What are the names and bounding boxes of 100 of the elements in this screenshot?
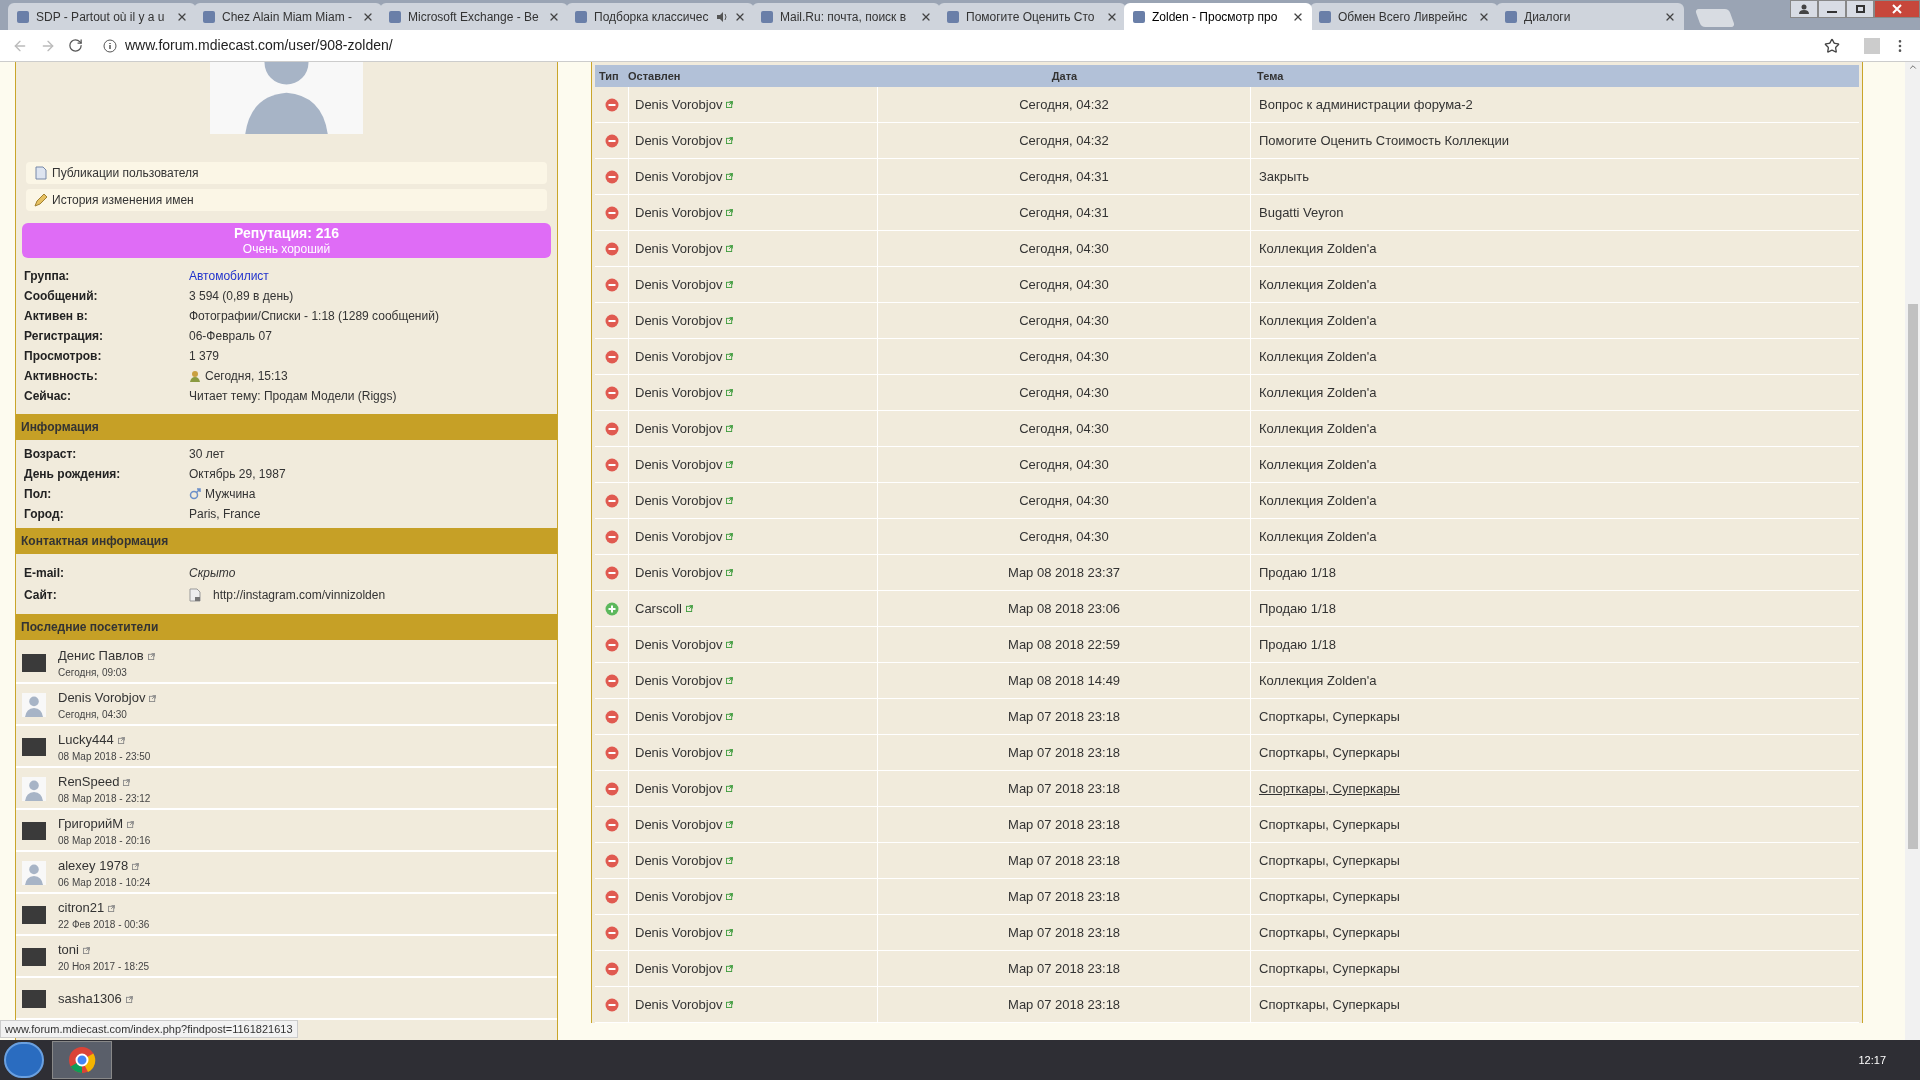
topic-link[interactable]: Спорткары, Суперкары: [1259, 852, 1400, 868]
address-field[interactable]: www.forum.mdiecast.com/user/908-zolden/: [95, 32, 1812, 59]
browser-tab[interactable]: Microsoft Exchange - Be: [380, 3, 568, 30]
author-link[interactable]: Denis Vorobjov: [635, 742, 723, 763]
maximize-button[interactable]: [1846, 0, 1874, 18]
minus-icon: [604, 277, 619, 292]
topic-link[interactable]: Коллекция Zolden'a: [1259, 348, 1377, 364]
author-link[interactable]: Denis Vorobjov: [635, 310, 723, 331]
field-value: http://instagram.com/vinnizolden: [213, 587, 386, 604]
author-link[interactable]: Denis Vorobjov: [635, 418, 723, 439]
author-link[interactable]: Denis Vorobjov: [635, 634, 723, 655]
topic-link[interactable]: Bugatti Veyron: [1259, 204, 1344, 220]
topic-link[interactable]: Коллекция Zolden'a: [1259, 276, 1377, 292]
browser-tab[interactable]: Диалоги: [1496, 3, 1684, 30]
clock[interactable]: 12:17: [1858, 1051, 1886, 1069]
topic-link[interactable]: Спорткары, Суперкары: [1259, 816, 1400, 832]
author-link[interactable]: Denis Vorobjov: [635, 850, 723, 871]
author-link[interactable]: Denis Vorobjov: [635, 526, 723, 547]
start-button[interactable]: [4, 1042, 44, 1078]
author-link[interactable]: Denis Vorobjov: [635, 994, 723, 1015]
visitor-name[interactable]: Lucky444: [58, 731, 114, 747]
visitor-name[interactable]: sasha1306: [58, 991, 122, 1007]
browser-tab[interactable]: SDP - Partout où il y a u: [8, 3, 196, 30]
topic-link[interactable]: Спорткары, Суперкары: [1259, 888, 1400, 904]
visit-date: 08 Мар 2018 - 23:50: [58, 750, 151, 765]
table-cell: Сегодня, 04:30: [878, 375, 1251, 410]
external-link-icon: [726, 497, 734, 504]
group-link[interactable]: Автомобилист: [189, 267, 269, 285]
visitor-name[interactable]: ГригорийМ: [58, 815, 124, 831]
visitor-name[interactable]: Денис Павлов: [58, 647, 144, 663]
author-link[interactable]: Denis Vorobjov: [635, 886, 723, 907]
author-link[interactable]: Denis Vorobjov: [635, 706, 723, 727]
topic-link[interactable]: Коллекция Zolden'a: [1259, 672, 1377, 688]
topic-link[interactable]: Спорткары, Суперкары: [1259, 708, 1400, 724]
topic-link[interactable]: Спорткары, Суперкары: [1259, 960, 1400, 976]
author-link[interactable]: Denis Vorobjov: [635, 382, 723, 403]
topic-link[interactable]: Спорткары, Суперкары: [1259, 744, 1400, 760]
author-link[interactable]: Denis Vorobjov: [635, 130, 723, 151]
visitor-name[interactable]: citron21: [58, 899, 105, 915]
topic-link[interactable]: Коллекция Zolden'a: [1259, 420, 1377, 436]
visitor-name[interactable]: toni: [58, 941, 79, 957]
field-label: Пол:: [24, 486, 53, 503]
author-link[interactable]: Denis Vorobjov: [635, 94, 723, 115]
browser-tab[interactable]: Подборка классичес: [566, 3, 754, 30]
table-cell: Сегодня, 04:30: [878, 303, 1251, 338]
topic-link[interactable]: Спорткары, Суперкары: [1259, 924, 1400, 940]
table-cell: Сегодня, 04:30: [878, 339, 1251, 374]
plus-icon: [604, 601, 619, 616]
author-link[interactable]: Denis Vorobjov: [635, 202, 723, 223]
star-icon[interactable]: [1824, 37, 1840, 54]
field-value: Читает тему: Продам Модели (Riggs): [189, 388, 397, 405]
minus-icon: [604, 817, 619, 832]
topic-link[interactable]: Продаю 1/18: [1259, 636, 1336, 652]
author-link[interactable]: Denis Vorobjov: [635, 562, 723, 583]
reload-icon[interactable]: [68, 38, 83, 53]
topic-link[interactable]: Коллекция Zolden'a: [1259, 312, 1377, 328]
close-button[interactable]: [1874, 0, 1920, 18]
minimize-button[interactable]: [1818, 0, 1846, 18]
topic-link[interactable]: Закрыть: [1259, 168, 1310, 184]
browser-tab[interactable]: Mail.Ru: почта, поиск в: [752, 3, 940, 30]
author-link[interactable]: Denis Vorobjov: [635, 958, 723, 979]
visitor-name[interactable]: Denis Vorobjov: [58, 689, 146, 705]
author-link[interactable]: Denis Vorobjov: [635, 238, 723, 259]
author-link[interactable]: Denis Vorobjov: [635, 922, 723, 943]
topic-link[interactable]: Коллекция Zolden'a: [1259, 240, 1377, 256]
field-value: Скрыто: [189, 565, 236, 582]
field-value: 06-Февраль 07: [189, 328, 272, 345]
author-link[interactable]: Carscoll: [635, 598, 682, 619]
author-link[interactable]: Denis Vorobjov: [635, 346, 723, 367]
topic-link[interactable]: Коллекция Zolden'a: [1259, 492, 1377, 508]
author-link[interactable]: Denis Vorobjov: [635, 814, 723, 835]
topic-link[interactable]: Спорткары, Суперкары: [1259, 780, 1400, 796]
visitor-name[interactable]: RenSpeed: [58, 773, 120, 789]
author-link[interactable]: Denis Vorobjov: [635, 778, 723, 799]
browser-tab[interactable]: Обмен Всего Ливрейнс: [1310, 3, 1498, 30]
visitor-name[interactable]: alexey 1978: [58, 857, 129, 873]
author-link[interactable]: Denis Vorobjov: [635, 454, 723, 475]
browser-tab[interactable]: Chez Alain Miam Miam -: [194, 3, 382, 30]
author-link[interactable]: Denis Vorobjov: [635, 670, 723, 691]
topic-link[interactable]: Коллекция Zolden'a: [1259, 384, 1377, 400]
profile-link[interactable]: Публикации пользователя: [26, 162, 547, 184]
topic-link[interactable]: Вопрос к администрации форума-2: [1259, 96, 1473, 112]
author-link[interactable]: Denis Vorobjov: [635, 274, 723, 295]
tab-title: Mail.Ru: почта, поиск в: [780, 8, 908, 26]
topic-link[interactable]: Продаю 1/18: [1259, 600, 1336, 616]
profile-link[interactable]: История изменения имен: [26, 189, 547, 211]
site-favicon-icon: [388, 9, 402, 24]
speaker-icon[interactable]: [716, 10, 728, 23]
author-link[interactable]: Denis Vorobjov: [635, 490, 723, 511]
topic-link[interactable]: Помогите Оценить Стоимость Коллекции: [1259, 132, 1510, 148]
browser-tab[interactable]: Zolden - Просмотр про: [1124, 3, 1312, 30]
topic-link[interactable]: Коллекция Zolden'a: [1259, 456, 1377, 472]
topic-link[interactable]: Продаю 1/18: [1259, 564, 1336, 580]
profile-button[interactable]: [1790, 0, 1818, 18]
topic-link[interactable]: Коллекция Zolden'a: [1259, 528, 1377, 544]
topic-link[interactable]: Спорткары, Суперкары: [1259, 996, 1400, 1012]
tab-title: Zolden - Просмотр про: [1152, 8, 1279, 26]
browser-tab[interactable]: Помогите Оценить Сто: [938, 3, 1126, 30]
author-link[interactable]: Denis Vorobjov: [635, 166, 723, 187]
chrome-taskbar-button[interactable]: [52, 1041, 112, 1079]
